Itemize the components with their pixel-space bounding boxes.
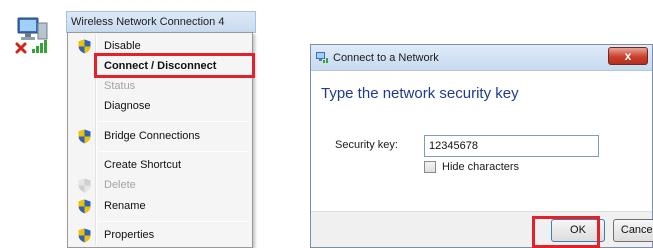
menu-separator — [98, 151, 248, 152]
shield-icon — [78, 129, 91, 144]
menu-item-label: Rename — [104, 200, 146, 212]
connect-highlight-box — [94, 53, 255, 78]
security-key-label: Security key: — [335, 139, 398, 151]
cancel-button[interactable]: Cancel — [613, 219, 653, 242]
menu-item-properties[interactable]: Properties — [70, 226, 250, 246]
menu-item-rename[interactable]: Rename — [70, 197, 250, 217]
menu-item-label: Bridge Connections — [104, 130, 201, 142]
menu-item-label: Create Shortcut — [104, 159, 182, 171]
hide-characters-label[interactable]: Hide characters — [442, 161, 519, 173]
menu-item-label: Delete — [104, 179, 136, 191]
menu-item-create-shortcut[interactable]: Create Shortcut — [70, 156, 250, 176]
connection-title[interactable]: Wireless Network Connection 4 — [66, 11, 256, 33]
dialog-title: Connect to a Network — [333, 52, 439, 64]
dialog-heading: Type the network security key — [321, 85, 519, 102]
menu-item-label: Diagnose — [104, 100, 151, 112]
menu-item-status[interactable]: Status — [70, 77, 250, 97]
security-key-input[interactable] — [424, 135, 599, 157]
ok-highlight-box — [532, 216, 600, 248]
menu-item-label: Status — [104, 80, 136, 92]
connect-dialog: Connect to a Network x Type the network … — [310, 44, 653, 248]
menu-item-label: Properties — [104, 229, 155, 241]
menu-item-bridge-connections[interactable]: Bridge Connections — [70, 127, 250, 147]
shield-icon — [78, 228, 91, 243]
hide-characters-checkbox[interactable] — [424, 161, 436, 173]
menu-item-label: Disable — [104, 40, 141, 52]
shield-icon — [78, 199, 91, 214]
menu-item-diagnose[interactable]: Diagnose — [70, 97, 250, 117]
network-icon — [316, 52, 328, 63]
menu-separator — [98, 221, 248, 222]
menu-item-delete[interactable]: Delete — [70, 176, 250, 196]
menu-separator — [98, 121, 248, 122]
shield-icon — [78, 39, 91, 54]
wireless-connection-icon[interactable] — [14, 15, 54, 57]
close-button[interactable]: x — [608, 47, 648, 65]
shield-icon — [78, 178, 91, 193]
dialog-footer: OK Cancel — [311, 211, 653, 247]
dialog-titlebar[interactable]: Connect to a Network x — [311, 45, 652, 71]
